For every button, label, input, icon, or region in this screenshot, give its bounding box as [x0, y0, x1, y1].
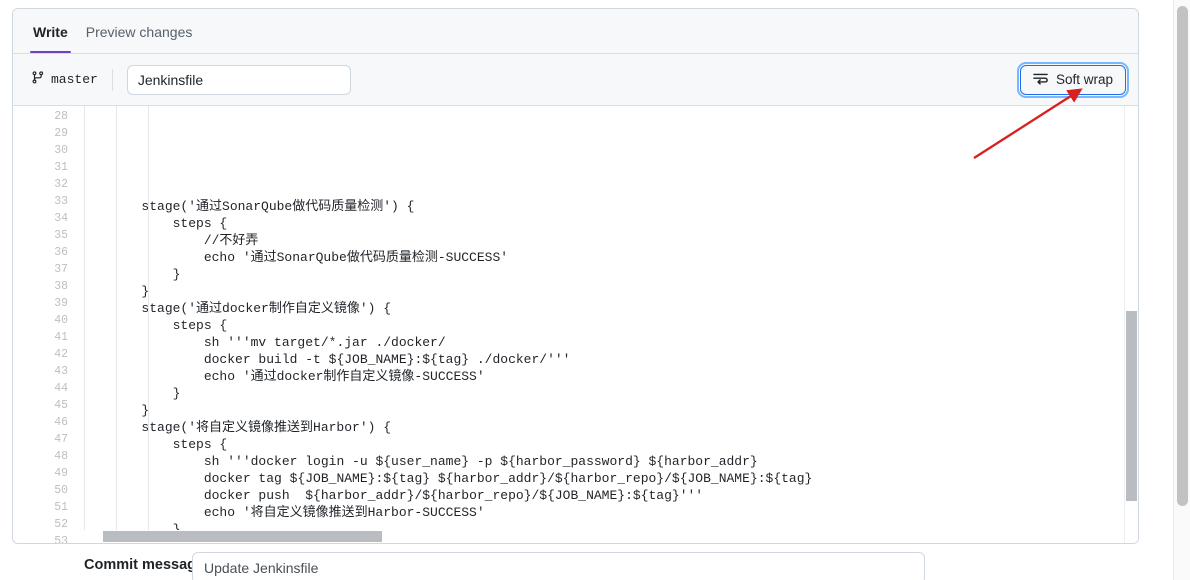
branch-selector[interactable]: master — [31, 70, 112, 89]
code-line[interactable]: //不好弄 — [79, 232, 1138, 249]
code-line[interactable]: steps { — [79, 317, 1138, 334]
code-editor-area[interactable]: 28 29 30 31 32 33 34 35 36 37 38 39 40 41 42 43 44 45 46 47… — [13, 106, 1138, 543]
line-number: 38 — [54, 280, 68, 293]
code-line[interactable]: echo '通过SonarQube做代码质量检测-SUCCESS' — [79, 249, 1138, 266]
code-line[interactable]: docker push ${harbor_addr}/${harbor_repo… — [79, 487, 1138, 504]
line-number: 30 — [54, 144, 68, 157]
editor-vertical-scrollbar-thumb[interactable] — [1126, 311, 1137, 501]
indent-guide — [116, 106, 117, 543]
line-number: 31 — [54, 161, 68, 174]
line-number: 49 — [54, 467, 68, 480]
page-root: Write Preview changes master Jenkinsfile… — [0, 0, 1190, 580]
line-number: 40 — [54, 314, 68, 327]
code-line[interactable]: } — [79, 283, 1138, 300]
commit-message-label: Commit message — [84, 557, 205, 573]
line-number: 44 — [54, 382, 68, 395]
soft-wrap-button[interactable]: Soft wrap — [1016, 61, 1130, 98]
line-number: 33 — [54, 195, 68, 208]
line-number: 48 — [54, 450, 68, 463]
line-number: 47 — [54, 433, 68, 446]
editor-tabstrip: Write Preview changes — [13, 9, 1138, 54]
code-line[interactable]: } — [79, 385, 1138, 402]
line-number: 36 — [54, 246, 68, 259]
line-number-gutter: 28 29 30 31 32 33 34 35 36 37 38 39 40 41 42 43 44 45 46 47… — [13, 106, 79, 543]
line-number: 50 — [54, 484, 68, 497]
code-content[interactable]: stage('通过SonarQube做代码质量检测') { steps { //… — [79, 106, 1138, 543]
code-line[interactable]: } — [79, 266, 1138, 283]
code-line[interactable]: stage('通过SonarQube做代码质量检测') { — [79, 198, 1138, 215]
code-line[interactable]: stage('通过docker制作自定义镜像') { — [79, 300, 1138, 317]
tab-preview-changes-label: Preview changes — [85, 24, 193, 40]
code-line[interactable]: echo '通过docker制作自定义镜像-SUCCESS' — [79, 368, 1138, 385]
commit-message-input[interactable] — [192, 552, 925, 580]
line-number: 45 — [54, 399, 68, 412]
line-number: 35 — [54, 229, 68, 242]
indent-guide — [84, 106, 85, 543]
word-wrap-icon — [1033, 71, 1049, 88]
tab-write-label: Write — [33, 24, 68, 40]
code-line[interactable]: sh '''docker login -u ${user_name} -p ${… — [79, 453, 1138, 470]
line-number: 28 — [54, 110, 68, 123]
toolbar-divider — [111, 68, 113, 91]
line-number: 39 — [54, 297, 68, 310]
line-number: 51 — [54, 501, 68, 514]
code-line[interactable]: docker tag ${JOB_NAME}:${tag} ${harbor_a… — [79, 470, 1138, 487]
indent-guide — [148, 106, 149, 543]
code-line[interactable]: sh '''mv target/*.jar ./docker/ — [79, 334, 1138, 351]
git-branch-icon — [31, 70, 45, 89]
editor-toolbar: master Soft wrap — [13, 54, 1138, 106]
line-number: 41 — [54, 331, 68, 344]
line-number: 42 — [54, 348, 68, 361]
editor-horizontal-scrollbar[interactable] — [79, 530, 1124, 543]
tab-preview-changes[interactable]: Preview changes — [77, 9, 202, 53]
line-number: 37 — [54, 263, 68, 276]
commit-message-row: Commit message — [12, 552, 1139, 580]
editor-vertical-scrollbar[interactable] — [1124, 106, 1138, 543]
line-number: 52 — [54, 518, 68, 531]
code-line[interactable]: docker build -t ${JOB_NAME}:${tag} ./doc… — [79, 351, 1138, 368]
line-number: 53 — [54, 535, 68, 543]
code-scroll-region: 28 29 30 31 32 33 34 35 36 37 38 39 40 41 42 43 44 45 46 47… — [13, 106, 1138, 543]
line-number: 29 — [54, 127, 68, 140]
page-vertical-scrollbar[interactable] — [1173, 0, 1190, 580]
line-number: 46 — [54, 416, 68, 429]
code-line[interactable]: } — [79, 402, 1138, 419]
line-number: 34 — [54, 212, 68, 225]
tab-write[interactable]: Write — [24, 9, 77, 53]
page-vertical-scrollbar-thumb[interactable] — [1177, 6, 1188, 506]
code-line[interactable]: stage('将自定义镜像推送到Harbor') { — [79, 419, 1138, 436]
file-editor-card: Write Preview changes master Jenkinsfile… — [12, 8, 1139, 544]
editor-horizontal-scrollbar-thumb[interactable] — [103, 531, 382, 542]
code-line[interactable]: steps { — [79, 215, 1138, 232]
soft-wrap-label: Soft wrap — [1055, 72, 1113, 87]
line-number: 32 — [54, 178, 68, 191]
branch-name-label: master — [51, 72, 98, 87]
code-line[interactable]: steps { — [79, 436, 1138, 453]
line-number: 43 — [54, 365, 68, 378]
filename-input[interactable] — [126, 64, 351, 95]
code-line[interactable]: echo '将自定义镜像推送到Harbor-SUCCESS' — [79, 504, 1138, 521]
